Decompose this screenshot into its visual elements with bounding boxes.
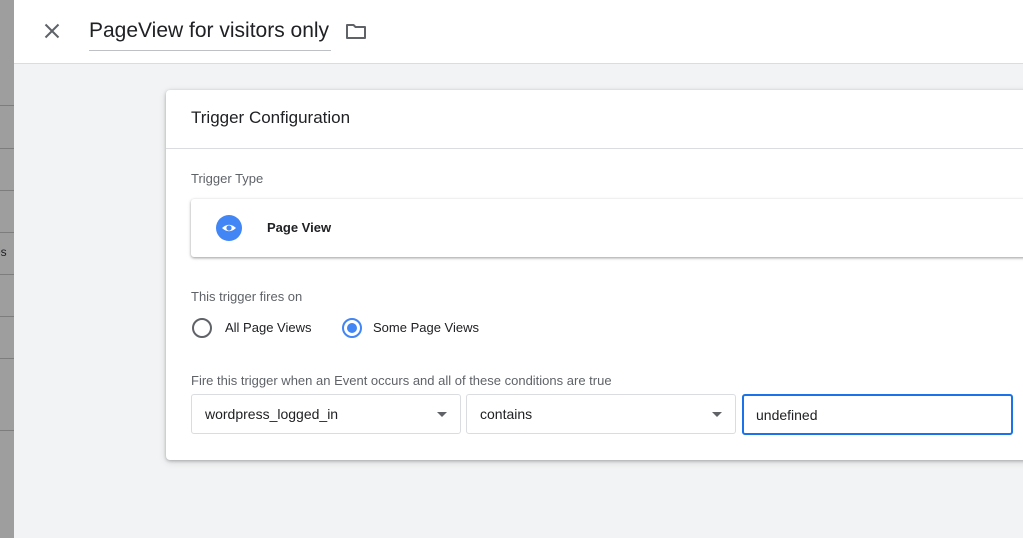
divider — [0, 190, 14, 191]
operator-select-value: contains — [480, 406, 533, 422]
all-page-views-radio[interactable] — [192, 318, 212, 338]
variable-select-value: wordpress_logged_in — [205, 406, 339, 422]
trigger-type-selector[interactable]: Page View — [191, 199, 1023, 257]
divider — [0, 105, 14, 106]
close-icon — [44, 23, 60, 39]
fires-on-label: This trigger fires on — [191, 289, 303, 304]
trigger-name: PageView for visitors only — [89, 19, 330, 42]
all-page-views-label[interactable]: All Page Views — [225, 320, 311, 335]
condition-label: Fire this trigger when an Event occurs a… — [191, 373, 612, 388]
eye-icon — [216, 215, 242, 241]
divider — [0, 148, 14, 149]
dropdown-arrow-icon — [437, 412, 447, 417]
trigger-type-name: Page View — [267, 220, 332, 235]
dropdown-arrow-icon — [712, 412, 722, 417]
variable-select[interactable]: wordpress_logged_in — [191, 394, 461, 434]
editor-header: PageView for visitors only — [14, 0, 1023, 64]
divider — [0, 274, 14, 275]
divider — [0, 232, 14, 233]
folder-icon — [346, 24, 366, 39]
close-button[interactable] — [40, 19, 64, 43]
trigger-name-field[interactable]: PageView for visitors only — [89, 14, 332, 51]
card-header: Trigger Configuration — [166, 90, 1023, 149]
some-page-views-radio[interactable] — [342, 318, 362, 338]
folder-button[interactable] — [344, 19, 368, 43]
background-panel: d es — [0, 0, 14, 538]
background-text: d — [0, 204, 1, 218]
background-text: es — [0, 245, 7, 259]
some-page-views-label[interactable]: Some Page Views — [373, 320, 479, 335]
divider — [0, 316, 14, 317]
divider — [0, 358, 14, 359]
trigger-type-label: Trigger Type — [191, 171, 264, 186]
condition-value-input[interactable] — [742, 394, 1013, 435]
divider — [0, 430, 14, 431]
card-title: Trigger Configuration — [191, 108, 351, 127]
trigger-configuration-card: Trigger Configuration Trigger Type Page … — [166, 90, 1023, 460]
operator-select[interactable]: contains — [466, 394, 736, 434]
